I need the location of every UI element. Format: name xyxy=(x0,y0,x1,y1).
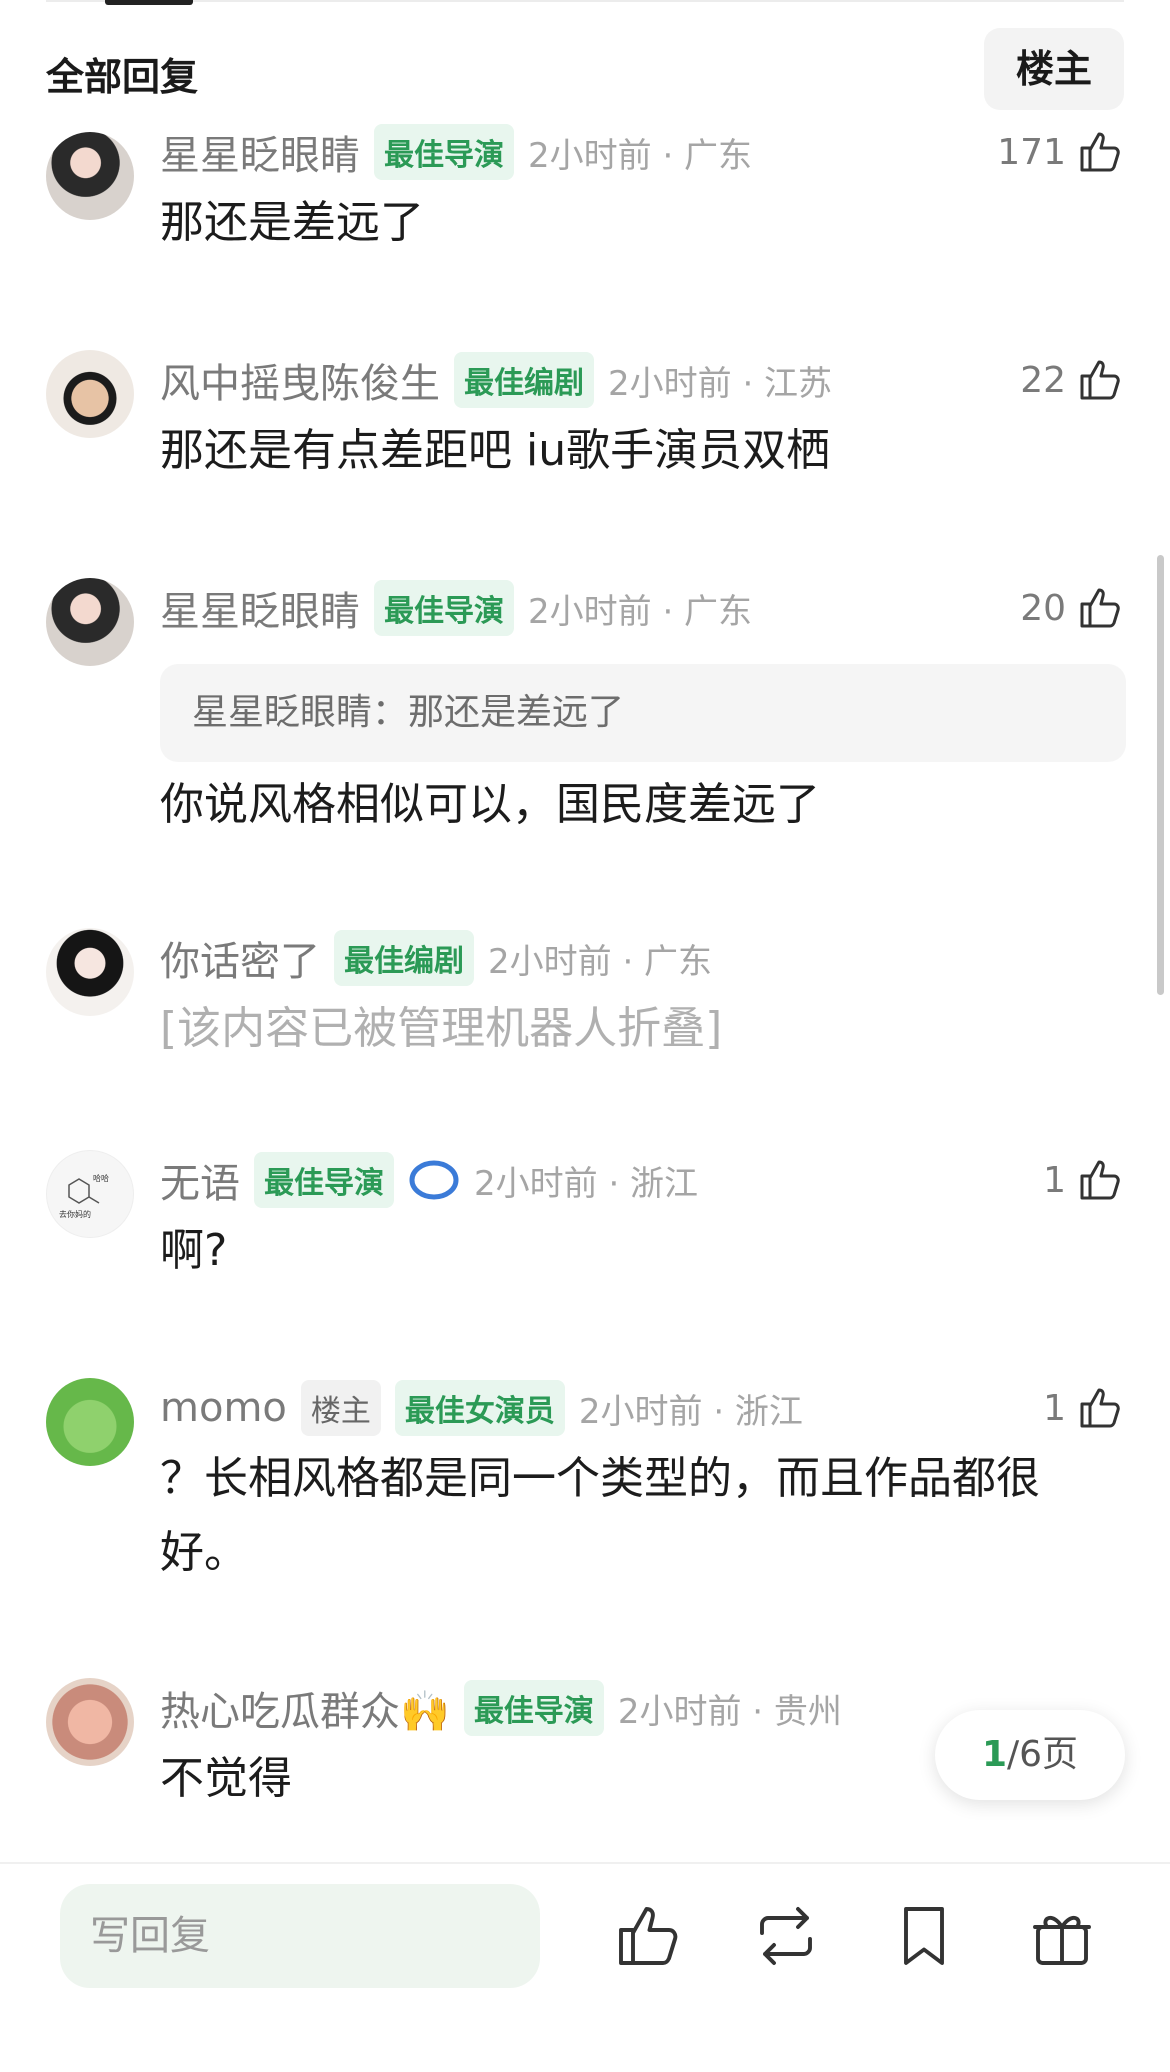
user-badge: 最佳女演员 xyxy=(394,1380,565,1436)
repost-icon[interactable] xyxy=(750,1900,822,1972)
ring-badge-icon xyxy=(409,1160,459,1200)
comment-item: 星星眨眼睛 最佳导演 2小时前 · 广东 20 星星眨眼睛：那还是差远了 你说风… xyxy=(0,578,1170,838)
comment-item: 你话密了 最佳编剧 2小时前 · 广东 [该内容已被管理机器人折叠] xyxy=(0,928,1170,1078)
username[interactable]: 风中摇曳陈俊生 xyxy=(160,351,440,409)
page-indicator[interactable]: 1/6页 xyxy=(935,1710,1125,1800)
comment-item: 星星眨眼睛 最佳导演 2小时前 · 广东 171 那还是差远了 xyxy=(0,122,1170,272)
tab-indicator xyxy=(105,0,193,5)
like-count: 1 xyxy=(1043,1159,1066,1201)
like-count: 171 xyxy=(997,131,1066,173)
owner-badge: 楼主 xyxy=(300,1380,381,1436)
comment-time: 2小时前 · 广东 xyxy=(488,941,713,982)
total-pages: /6页 xyxy=(1007,1734,1079,1775)
comment-item: momo 楼主 最佳女演员 2小时前 · 浙江 1 ？长相风格都是同一个类型的，… xyxy=(0,1378,1170,1608)
avatar[interactable] xyxy=(46,1378,134,1466)
bottom-action-bar: 写回复 xyxy=(0,1862,1170,2072)
comment-text: 那还是有点差距吧 iu歌手演员双栖 xyxy=(160,425,831,476)
username[interactable]: 无语 xyxy=(160,1151,240,1209)
comment-time: 2小时前 · 浙江 xyxy=(474,1163,699,1204)
like-count: 1 xyxy=(1043,1387,1066,1429)
quoted-reply[interactable]: 星星眨眼睛：那还是差远了 xyxy=(160,664,1126,762)
svg-text:哈哈: 哈哈 xyxy=(93,1173,109,1183)
comment-time: 2小时前 · 广东 xyxy=(528,135,753,176)
thumb-up-icon xyxy=(1080,588,1120,628)
like-button[interactable]: 20 xyxy=(1020,578,1124,638)
thumb-up-icon[interactable] xyxy=(612,1900,684,1972)
comment-item: 风中摇曳陈俊生 最佳编剧 2小时前 · 江苏 22 那还是有点差距吧 iu歌手演… xyxy=(0,350,1170,500)
user-badge: 最佳导演 xyxy=(374,124,514,180)
username[interactable]: 热心吃瓜群众🙌 xyxy=(160,1679,450,1737)
like-count: 20 xyxy=(1020,587,1066,629)
thumb-up-icon xyxy=(1080,1388,1120,1428)
user-badge: 最佳编剧 xyxy=(454,352,594,408)
like-button[interactable]: 171 xyxy=(997,122,1124,182)
like-button[interactable]: 22 xyxy=(1020,350,1124,410)
svg-text:去你妈的: 去你妈的 xyxy=(59,1209,91,1219)
like-button[interactable]: 1 xyxy=(1043,1150,1124,1210)
chemical-structure-icon: 哈哈 去你妈的 xyxy=(59,1173,109,1219)
reply-input[interactable]: 写回复 xyxy=(60,1884,540,1988)
avatar[interactable] xyxy=(46,132,134,220)
thumb-up-icon xyxy=(1080,360,1120,400)
username[interactable]: 你话密了 xyxy=(160,929,320,987)
replies-header: 全部回复 楼主 xyxy=(0,28,1170,110)
user-badge: 最佳编剧 xyxy=(334,930,474,986)
comment-text: ？长相风格都是同一个类型的，而且作品都很好。 xyxy=(160,1453,1040,1578)
avatar[interactable]: 哈哈 去你妈的 xyxy=(46,1150,134,1238)
comment-time: 2小时前 · 广东 xyxy=(528,591,753,632)
bookmark-icon[interactable] xyxy=(888,1900,960,1972)
owner-filter-button[interactable]: 楼主 xyxy=(984,28,1124,110)
thumb-up-icon xyxy=(1080,1160,1120,1200)
username[interactable]: momo xyxy=(160,1385,287,1431)
like-count: 22 xyxy=(1020,359,1066,401)
comment-time: 2小时前 · 贵州 xyxy=(617,1691,842,1732)
comment-text: 啊? xyxy=(160,1225,228,1276)
avatar[interactable] xyxy=(46,578,134,666)
avatar[interactable] xyxy=(46,350,134,438)
like-button[interactable]: 1 xyxy=(1043,1378,1124,1438)
comment-item: 哈哈 去你妈的 无语 最佳导演 2小时前 · 浙江 1 啊? xyxy=(0,1150,1170,1300)
comment-time: 2小时前 · 浙江 xyxy=(578,1391,803,1432)
comment-text: 那还是差远了 xyxy=(160,197,424,248)
thumb-up-icon xyxy=(1080,132,1120,172)
current-page: 1 xyxy=(981,1734,1007,1775)
username[interactable]: 星星眨眼睛 xyxy=(160,123,360,181)
folded-comment-text[interactable]: [该内容已被管理机器人折叠] xyxy=(160,992,1120,1066)
user-badge: 最佳导演 xyxy=(374,580,514,636)
page-title: 全部回复 xyxy=(46,55,199,99)
username[interactable]: 星星眨眼睛 xyxy=(160,579,360,637)
gift-icon[interactable] xyxy=(1026,1900,1098,1972)
avatar[interactable] xyxy=(46,1678,134,1766)
user-badge: 最佳导演 xyxy=(463,1680,604,1736)
scrollbar[interactable] xyxy=(1157,555,1164,995)
comment-time: 2小时前 · 江苏 xyxy=(608,363,833,404)
comment-text: 你说风格相似可以，国民度差远了 xyxy=(160,779,820,830)
user-badge: 最佳导演 xyxy=(254,1152,394,1208)
avatar[interactable] xyxy=(46,928,134,1016)
top-divider xyxy=(46,0,1124,2)
